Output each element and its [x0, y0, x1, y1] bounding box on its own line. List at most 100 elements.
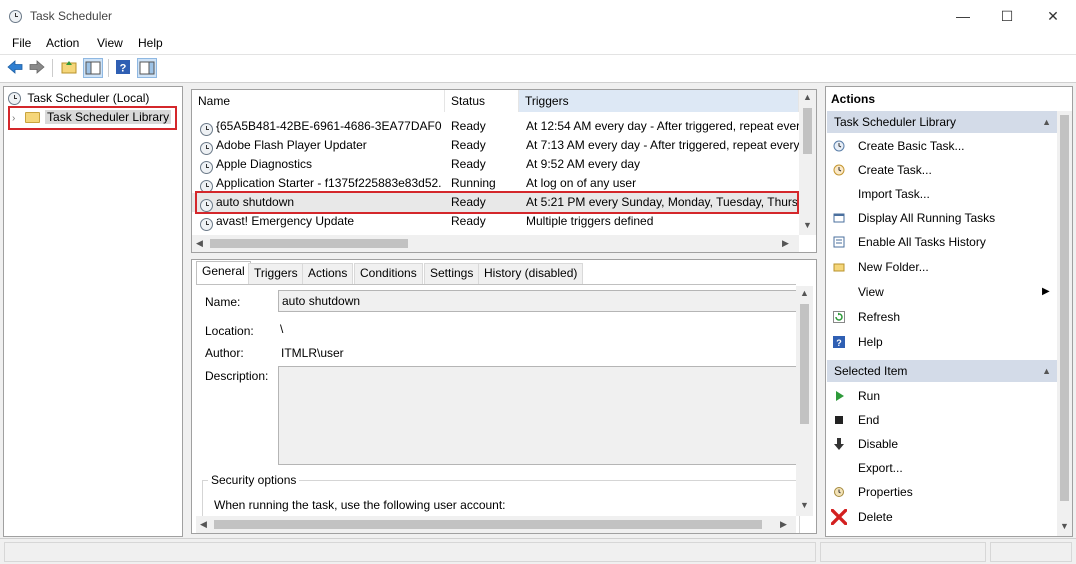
- properties-icon: [834, 487, 844, 497]
- scroll-right-arrow-icon[interactable]: ▶: [780, 519, 787, 530]
- table-row[interactable]: Adobe Flash Player Updater Ready At 7:13…: [192, 136, 799, 156]
- menu-view[interactable]: View: [97, 36, 123, 50]
- delete-icon: [831, 509, 847, 525]
- help-toolbar-button[interactable]: ?: [114, 58, 134, 78]
- tab-conditions[interactable]: Conditions: [354, 263, 423, 284]
- scroll-thumb[interactable]: [803, 108, 812, 154]
- forward-arrow-icon: [29, 60, 45, 74]
- tab-triggers[interactable]: Triggers: [248, 263, 304, 284]
- action-label: View: [858, 285, 884, 299]
- task-status: Ready: [451, 214, 486, 228]
- collapse-icon[interactable]: ▲: [1042, 360, 1051, 382]
- action-end[interactable]: End: [827, 408, 1057, 432]
- action-view[interactable]: View ▶: [827, 280, 1057, 304]
- scroll-up-arrow-icon[interactable]: ▲: [796, 288, 813, 298]
- tree-item-root-label: Task Scheduler (Local): [27, 91, 150, 105]
- scroll-left-arrow-icon[interactable]: ◀: [196, 238, 203, 249]
- chevron-right-icon[interactable]: ›: [12, 113, 15, 124]
- window-title: Task Scheduler: [30, 9, 113, 23]
- scroll-thumb[interactable]: [1060, 115, 1069, 501]
- task-clock-icon: [200, 123, 213, 137]
- scroll-left-arrow-icon[interactable]: ◀: [200, 519, 207, 530]
- task-clock-icon: [200, 161, 213, 175]
- scroll-down-arrow-icon[interactable]: ▼: [799, 220, 816, 230]
- action-disable[interactable]: Disable: [827, 432, 1057, 456]
- running-tasks-icon: [833, 213, 845, 223]
- scroll-up-arrow-icon[interactable]: ▲: [799, 92, 816, 102]
- menu-action[interactable]: Action: [46, 36, 79, 50]
- action-refresh[interactable]: Refresh: [827, 305, 1057, 329]
- scroll-thumb[interactable]: [210, 239, 408, 248]
- scroll-thumb[interactable]: [800, 304, 809, 424]
- action-label: Properties: [858, 485, 913, 499]
- tab-actions[interactable]: Actions: [302, 263, 354, 284]
- minimize-button[interactable]: —: [940, 0, 986, 32]
- description-label: Description:: [205, 369, 269, 383]
- name-label: Name:: [205, 295, 241, 309]
- tab-divider: [196, 284, 796, 285]
- action-new-folder[interactable]: New Folder...: [827, 255, 1057, 279]
- action-import-task[interactable]: Import Task...: [827, 182, 1057, 206]
- show-hide-console-tree-button[interactable]: [83, 58, 103, 78]
- clock-icon: [8, 92, 21, 106]
- action-export[interactable]: Export...: [827, 456, 1057, 480]
- action-label: Delete: [858, 510, 893, 524]
- help-icon: ?: [833, 336, 845, 348]
- help-icon: ?: [116, 60, 130, 75]
- scroll-thumb[interactable]: [214, 520, 762, 529]
- menu-help[interactable]: Help: [138, 36, 163, 50]
- history-icon: [833, 236, 845, 248]
- section-selected-item[interactable]: Selected Item ▲: [827, 360, 1057, 382]
- back-button[interactable]: [6, 58, 26, 78]
- console-tree: Task Scheduler (Local) › Task Scheduler …: [3, 86, 183, 537]
- scroll-right-arrow-icon[interactable]: ▶: [782, 238, 789, 249]
- section-task-scheduler-library[interactable]: Task Scheduler Library ▲: [827, 111, 1057, 133]
- action-run[interactable]: Run: [827, 384, 1057, 408]
- tab-general[interactable]: General: [196, 261, 251, 284]
- column-header-triggers[interactable]: Triggers: [519, 90, 799, 112]
- tab-settings[interactable]: Settings: [424, 263, 480, 284]
- scroll-down-arrow-icon[interactable]: ▼: [796, 500, 813, 510]
- menu-file[interactable]: File: [12, 36, 31, 50]
- show-hide-action-pane-button[interactable]: [137, 58, 157, 78]
- svg-text:?: ?: [836, 338, 842, 348]
- column-header-status[interactable]: Status: [445, 90, 519, 112]
- table-row[interactable]: avast! Emergency Update Ready Multiple t…: [192, 212, 799, 232]
- action-help[interactable]: ? Help: [827, 330, 1057, 354]
- actions-vertical-scrollbar[interactable]: ▼: [1057, 111, 1072, 536]
- tree-item-root[interactable]: Task Scheduler (Local): [8, 89, 149, 107]
- scroll-down-arrow-icon[interactable]: ▼: [1057, 521, 1072, 531]
- column-header-name[interactable]: Name: [192, 90, 445, 112]
- console-tree-icon: [85, 61, 101, 75]
- task-list-horizontal-scrollbar[interactable]: ◀ ▶: [192, 235, 799, 252]
- tab-history[interactable]: History (disabled): [478, 263, 584, 284]
- action-display-running-tasks[interactable]: Display All Running Tasks: [827, 206, 1057, 230]
- forward-button[interactable]: [28, 58, 48, 78]
- collapse-icon[interactable]: ▲: [1042, 111, 1051, 133]
- close-button[interactable]: ✕: [1030, 0, 1076, 32]
- action-label: End: [858, 413, 880, 427]
- status-bar: [0, 538, 1076, 564]
- action-create-basic-task[interactable]: Create Basic Task...: [827, 134, 1057, 158]
- table-row[interactable]: {65A5B481-42BE-6961-4686-3EA77DAF07... R…: [192, 117, 799, 137]
- tree-item-library[interactable]: › Task Scheduler Library: [12, 108, 172, 126]
- name-field[interactable]: auto shutdown: [278, 290, 800, 312]
- maximize-button[interactable]: ☐: [984, 0, 1030, 32]
- action-enable-tasks-history[interactable]: Enable All Tasks History: [827, 230, 1057, 254]
- up-folder-button[interactable]: [60, 58, 80, 78]
- security-options-title: Security options: [208, 473, 300, 487]
- description-field[interactable]: [278, 366, 800, 465]
- action-create-task[interactable]: Create Task...: [827, 158, 1057, 182]
- action-label: Import Task...: [858, 187, 930, 201]
- submenu-arrow-icon: ▶: [1042, 286, 1050, 297]
- action-delete[interactable]: Delete: [827, 505, 1057, 529]
- back-arrow-icon: [7, 60, 23, 74]
- svg-text:?: ?: [120, 63, 127, 75]
- highlight-box: [195, 191, 799, 214]
- action-properties[interactable]: Properties: [827, 480, 1057, 504]
- task-list-vertical-scrollbar[interactable]: ▲ ▼: [799, 90, 816, 235]
- table-row[interactable]: Apple Diagnostics Ready At 9:52 AM every…: [192, 155, 799, 175]
- detail-horizontal-scrollbar[interactable]: ◀ ▶: [196, 516, 796, 533]
- detail-vertical-scrollbar[interactable]: ▲ ▼: [796, 286, 813, 516]
- author-value: ITMLR\user: [281, 346, 344, 360]
